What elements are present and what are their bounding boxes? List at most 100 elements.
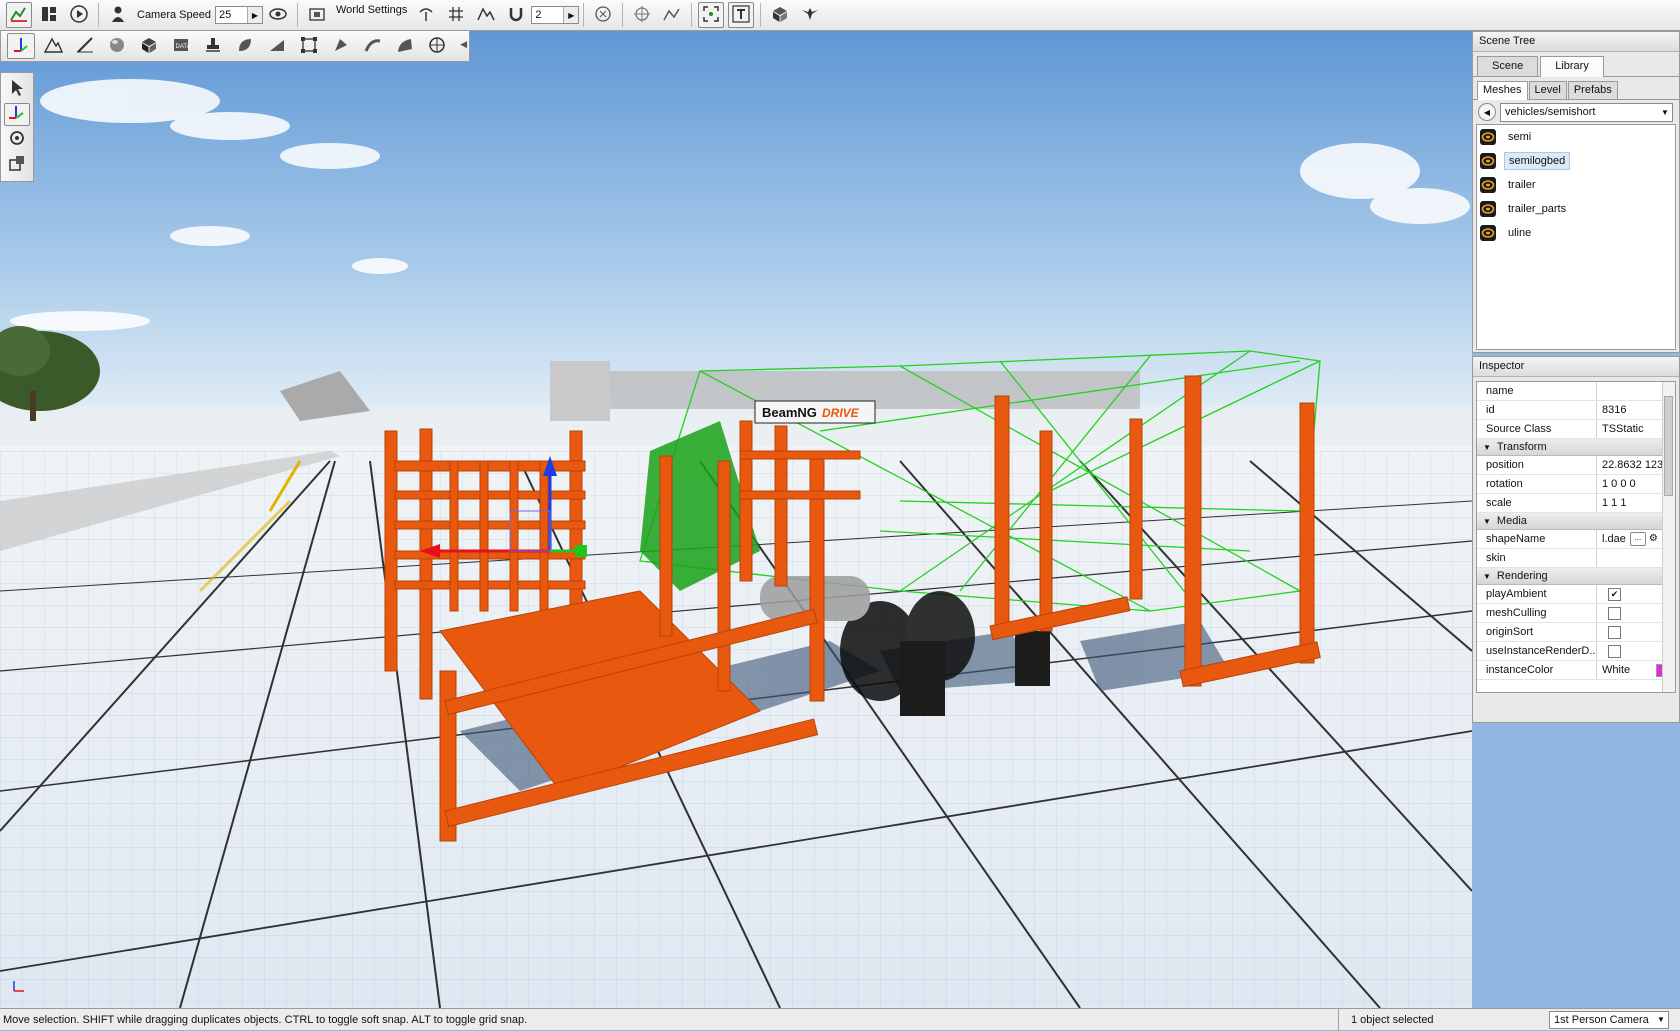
camera-speed-label: Camera Speed <box>137 9 211 21</box>
back-arrow-icon[interactable]: ◀ <box>1478 103 1496 121</box>
list-item[interactable]: semilogbed <box>1477 149 1675 173</box>
gear-icon[interactable]: ⚙ <box>1649 530 1658 548</box>
forest-editor-button[interactable] <box>797 2 823 28</box>
rotate-tool-button[interactable] <box>4 128 30 151</box>
property-row-use-instance[interactable]: useInstanceRenderD... <box>1477 642 1675 661</box>
list-item[interactable]: semi <box>1477 125 1675 149</box>
road-editor-tool[interactable] <box>327 33 355 59</box>
property-value[interactable]: White <box>1602 661 1630 679</box>
object-box-button[interactable] <box>590 2 616 28</box>
subtab-meshes[interactable]: Meshes <box>1477 81 1528 100</box>
mesh-culling-checkbox[interactable] <box>1608 606 1621 620</box>
text-labels-button[interactable] <box>728 2 755 28</box>
logbed-frame <box>384 375 1321 842</box>
move-tool-button[interactable] <box>4 103 30 126</box>
camera-speed-value: 25 <box>219 9 232 21</box>
group-label: Transform <box>1496 441 1547 453</box>
chevron-down-icon: ▼ <box>1657 1015 1665 1024</box>
leaf-icon <box>235 35 255 58</box>
camera-speed-field[interactable]: 25 ▶ <box>215 6 263 24</box>
property-value[interactable]: l.dae <box>1602 530 1626 548</box>
snap-size-field[interactable]: 2 ▶ <box>531 6 580 24</box>
drop-at-button[interactable] <box>659 2 685 28</box>
gui-editor-button[interactable] <box>36 2 62 28</box>
object-palette-button[interactable] <box>767 2 793 28</box>
move-gizmo-icon <box>7 103 27 126</box>
object-editor-tool[interactable] <box>7 33 35 59</box>
decal-road-tool[interactable] <box>391 33 419 59</box>
inspector-scrollbar[interactable] <box>1662 382 1675 692</box>
screenshot-button[interactable] <box>304 2 330 28</box>
ground <box>0 416 1472 1008</box>
browse-button[interactable]: ... <box>1629 532 1646 546</box>
property-row-mesh-culling[interactable]: meshCulling <box>1477 604 1675 623</box>
scrollbar-thumb[interactable] <box>1664 396 1673 496</box>
camera-frame-icon <box>307 4 327 27</box>
group-rendering[interactable]: ▼ Rendering <box>1477 568 1675 585</box>
decal-editor-tool[interactable] <box>199 33 227 59</box>
center-selection-button[interactable] <box>629 2 655 28</box>
property-row-play-ambient[interactable]: playAmbient ✔ <box>1477 585 1675 604</box>
property-row-position[interactable]: position 22.8632 123 <box>1477 456 1675 475</box>
fit-selection-button[interactable] <box>698 2 725 28</box>
sketch-tool[interactable] <box>135 33 163 59</box>
mesh-label: trailer <box>1508 179 1536 191</box>
world-settings-label[interactable]: World Settings <box>336 4 407 16</box>
tab-scene[interactable]: Scene <box>1477 56 1539 76</box>
curve-icon <box>395 35 415 58</box>
camera-button[interactable] <box>105 2 131 28</box>
subtab-level[interactable]: Level <box>1528 81 1567 99</box>
property-row-skin[interactable]: skin <box>1477 549 1675 568</box>
play-game-button[interactable] <box>66 2 92 28</box>
list-item[interactable]: trailer_parts <box>1477 197 1675 221</box>
svg-text:DRIVE: DRIVE <box>822 406 860 420</box>
wings-icon <box>800 4 820 27</box>
magnet-snap-button[interactable] <box>503 2 529 28</box>
subtab-prefabs[interactable]: Prefabs <box>1567 81 1618 99</box>
group-media[interactable]: ▼ Media <box>1477 513 1675 530</box>
world-editor-button[interactable] <box>6 2 32 28</box>
library-path-value: vehicles/semishort <box>1505 106 1596 118</box>
svg-text:DATA: DATA <box>176 44 191 50</box>
visibility-button[interactable] <box>265 2 291 28</box>
property-row-origin-sort[interactable]: originSort <box>1477 623 1675 642</box>
forest-tool[interactable] <box>231 33 259 59</box>
property-row-id[interactable]: id 8316 <box>1477 401 1675 420</box>
scene-tree-title: Scene Tree <box>1473 32 1679 52</box>
select-tool-button[interactable] <box>4 78 30 101</box>
datablock-editor-tool[interactable]: DATA <box>167 33 195 59</box>
material-editor-tool[interactable] <box>103 33 131 59</box>
property-row-source-class[interactable]: Source Class TSStatic <box>1477 420 1675 439</box>
property-row-rotation[interactable]: rotation 1 0 0 0 <box>1477 475 1675 494</box>
use-instance-checkbox[interactable] <box>1608 644 1621 658</box>
terrain-painter-tool[interactable] <box>71 33 99 59</box>
camera-mode-select[interactable]: 1st Person Camera ▼ <box>1549 1010 1669 1029</box>
property-row-shape-name[interactable]: shapeName l.dae ... ⚙ <box>1477 530 1675 549</box>
list-item[interactable]: trailer <box>1477 173 1675 197</box>
snap-rotation-button[interactable] <box>413 2 439 28</box>
property-row-name[interactable]: name <box>1477 382 1675 401</box>
list-item[interactable]: uline <box>1477 221 1675 245</box>
grid-snap-button[interactable] <box>443 2 469 28</box>
mesh-label: trailer_parts <box>1508 203 1567 215</box>
chevron-right-icon[interactable]: ▶ <box>247 7 262 23</box>
property-row-instance-color[interactable]: instanceColor White <box>1477 661 1675 680</box>
tab-library[interactable]: Library <box>1540 56 1604 77</box>
3d-viewport[interactable]: BeamNG DRIVE <box>0 31 1472 1008</box>
play-ambient-checkbox[interactable]: ✔ <box>1608 587 1621 601</box>
terrain-editor-tool[interactable] <box>39 33 67 59</box>
library-path-select[interactable]: vehicles/semishort ▼ <box>1500 102 1673 122</box>
chevron-right-icon[interactable]: ▶ <box>563 7 579 23</box>
mesh-road-tool[interactable] <box>263 33 291 59</box>
river-editor-tool[interactable] <box>359 33 387 59</box>
terrain-snap-button[interactable] <box>473 2 499 28</box>
group-transform[interactable]: ▼ Transform <box>1477 439 1675 456</box>
property-row-scale[interactable]: scale 1 1 1 <box>1477 494 1675 513</box>
scale-tool-button[interactable] <box>4 153 30 176</box>
particle-editor-tool[interactable] <box>295 33 323 59</box>
cube-icon <box>139 35 159 58</box>
property-key: rotation <box>1477 475 1597 493</box>
origin-sort-checkbox[interactable] <box>1608 625 1621 639</box>
collapse-toolbar-icon[interactable]: ◀ <box>460 39 467 50</box>
navmesh-tool[interactable] <box>423 33 451 59</box>
